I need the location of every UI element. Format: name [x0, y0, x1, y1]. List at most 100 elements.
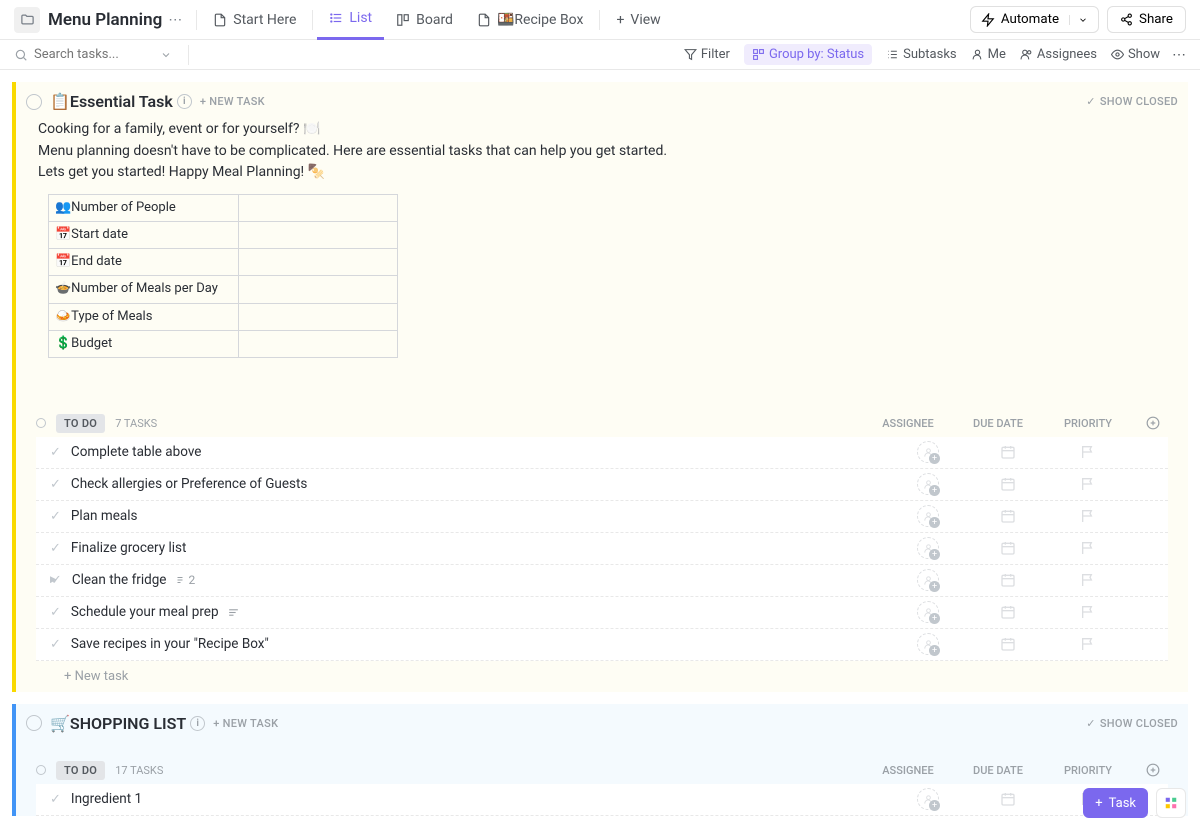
- assignee-cell[interactable]: [888, 473, 968, 495]
- filter-button[interactable]: Filter: [684, 47, 730, 62]
- status-label[interactable]: TO DO: [56, 414, 105, 433]
- task-row[interactable]: ✓ Save recipes in your "Recipe Box": [36, 629, 1168, 661]
- task-check-icon[interactable]: ✓: [50, 509, 61, 524]
- task-check-icon[interactable]: ✓: [50, 792, 61, 807]
- board-icon: [396, 13, 410, 27]
- section-check[interactable]: [26, 94, 42, 110]
- show-closed-button[interactable]: ✓ SHOW CLOSED: [1086, 95, 1178, 108]
- planning-table[interactable]: 👥Number of People 📅Start date 📅End date …: [48, 194, 398, 358]
- task-name[interactable]: Finalize grocery list: [71, 540, 888, 556]
- assignee-cell[interactable]: [888, 441, 968, 463]
- more-icon[interactable]: ⋯: [1172, 47, 1186, 63]
- task-row[interactable]: ✓ Plan meals: [36, 501, 1168, 533]
- subtask-count[interactable]: 2: [174, 573, 195, 587]
- duedate-cell[interactable]: [968, 540, 1048, 556]
- task-check-icon[interactable]: ✓: [50, 541, 61, 556]
- task-row[interactable]: ✓ Complete table above: [36, 437, 1168, 469]
- duedate-cell[interactable]: [968, 636, 1048, 652]
- section-title[interactable]: 📋Essential Task i: [50, 92, 192, 111]
- duedate-cell[interactable]: [968, 604, 1048, 620]
- task-check-icon[interactable]: ✓: [51, 573, 62, 588]
- task-name[interactable]: Check allergies or Preference of Guests: [71, 476, 888, 492]
- add-column-button[interactable]: [1138, 416, 1168, 430]
- status-group: TO DO 17 TASKS ASSIGNEE DUE DATE PRIORIT…: [16, 757, 1188, 816]
- automate-button[interactable]: Automate: [970, 6, 1099, 33]
- task-check-icon[interactable]: ✓: [50, 637, 61, 652]
- priority-cell[interactable]: [1048, 636, 1128, 652]
- duedate-cell[interactable]: [968, 444, 1048, 460]
- task-name[interactable]: Complete table above: [71, 444, 888, 460]
- assignees-button[interactable]: Assignees: [1020, 47, 1097, 62]
- share-button[interactable]: Share: [1107, 6, 1186, 33]
- show-closed-button[interactable]: ✓ SHOW CLOSED: [1086, 717, 1178, 730]
- column-assignee: ASSIGNEE: [868, 417, 948, 430]
- task-row[interactable]: ✓ Finalize grocery list: [36, 533, 1168, 565]
- task-row[interactable]: ✓ Schedule your meal prep: [36, 597, 1168, 629]
- assignee-cell[interactable]: [888, 569, 968, 591]
- section-title[interactable]: 🛒SHOPPING LIST i: [50, 714, 205, 733]
- info-icon[interactable]: i: [177, 94, 192, 109]
- groupby-button[interactable]: Group by: Status: [744, 44, 872, 65]
- new-task-fab[interactable]: + Task: [1083, 788, 1148, 818]
- status-label[interactable]: TO DO: [56, 761, 105, 780]
- show-button[interactable]: Show: [1111, 47, 1160, 62]
- new-task-button[interactable]: + NEW TASK: [213, 717, 278, 730]
- task-name[interactable]: Ingredient 1: [71, 791, 888, 807]
- add-column-button[interactable]: [1138, 763, 1168, 777]
- new-task-row[interactable]: + New task: [16, 661, 1188, 692]
- duedate-cell[interactable]: [968, 476, 1048, 492]
- task-check-icon[interactable]: ✓: [50, 477, 61, 492]
- task-name[interactable]: Plan meals: [71, 508, 888, 524]
- table-row: 👥Number of People: [49, 195, 398, 222]
- search-box[interactable]: [14, 47, 184, 62]
- chevron-down-icon[interactable]: [1069, 15, 1088, 25]
- priority-cell[interactable]: [1048, 572, 1128, 588]
- tab-add-view[interactable]: + View: [604, 0, 672, 40]
- task-row[interactable]: ✓ Ingredient 1: [36, 784, 1168, 816]
- doc-icon: [477, 13, 491, 27]
- task-name[interactable]: Save recipes in your "Recipe Box": [71, 636, 888, 652]
- assignee-icon: [917, 788, 939, 810]
- priority-cell[interactable]: [1048, 476, 1128, 492]
- assignee-cell[interactable]: [888, 537, 968, 559]
- search-input[interactable]: [34, 47, 154, 62]
- new-task-button[interactable]: + NEW TASK: [200, 95, 265, 108]
- status-circle-icon[interactable]: [36, 418, 46, 428]
- task-check-icon[interactable]: ✓: [50, 445, 61, 460]
- task-name[interactable]: Schedule your meal prep: [71, 604, 888, 620]
- task-name[interactable]: Clean the fridge2: [72, 572, 888, 588]
- tab-board[interactable]: Board: [384, 0, 465, 40]
- chevron-down-icon[interactable]: [160, 49, 172, 61]
- task-row[interactable]: ▶ ✓ Clean the fridge2: [36, 565, 1168, 597]
- page-title[interactable]: Menu Planning: [48, 10, 162, 30]
- duedate-cell[interactable]: [968, 508, 1048, 524]
- tab-label: View: [630, 12, 660, 28]
- priority-cell[interactable]: [1048, 604, 1128, 620]
- assignee-cell[interactable]: [888, 788, 968, 810]
- apps-fab[interactable]: [1156, 788, 1186, 818]
- assignee-cell[interactable]: [888, 633, 968, 655]
- task-check-icon[interactable]: ✓: [50, 605, 61, 620]
- check-icon: ✓: [1086, 95, 1096, 108]
- description-icon: [227, 606, 240, 619]
- priority-cell[interactable]: [1048, 508, 1128, 524]
- assignee-cell[interactable]: [888, 601, 968, 623]
- status-circle-icon[interactable]: [36, 765, 46, 775]
- section-check[interactable]: [26, 715, 42, 731]
- priority-cell[interactable]: [1048, 444, 1128, 460]
- assignee-icon: [917, 473, 939, 495]
- task-row[interactable]: ✓ Check allergies or Preference of Guest…: [36, 469, 1168, 501]
- tab-start-here[interactable]: Start Here: [201, 0, 308, 40]
- me-button[interactable]: Me: [971, 47, 1006, 62]
- tab-list[interactable]: List: [317, 0, 384, 40]
- subtasks-button[interactable]: Subtasks: [886, 47, 957, 62]
- ellipsis-icon[interactable]: ⋯: [168, 12, 182, 28]
- tab-label: Board: [416, 12, 453, 28]
- tab-recipe-box[interactable]: 🍱Recipe Box: [465, 0, 595, 40]
- table-row: 🍲Number of Meals per Day: [49, 276, 398, 303]
- duedate-cell[interactable]: [968, 791, 1048, 807]
- priority-cell[interactable]: [1048, 540, 1128, 556]
- duedate-cell[interactable]: [968, 572, 1048, 588]
- info-icon[interactable]: i: [190, 716, 205, 731]
- assignee-cell[interactable]: [888, 505, 968, 527]
